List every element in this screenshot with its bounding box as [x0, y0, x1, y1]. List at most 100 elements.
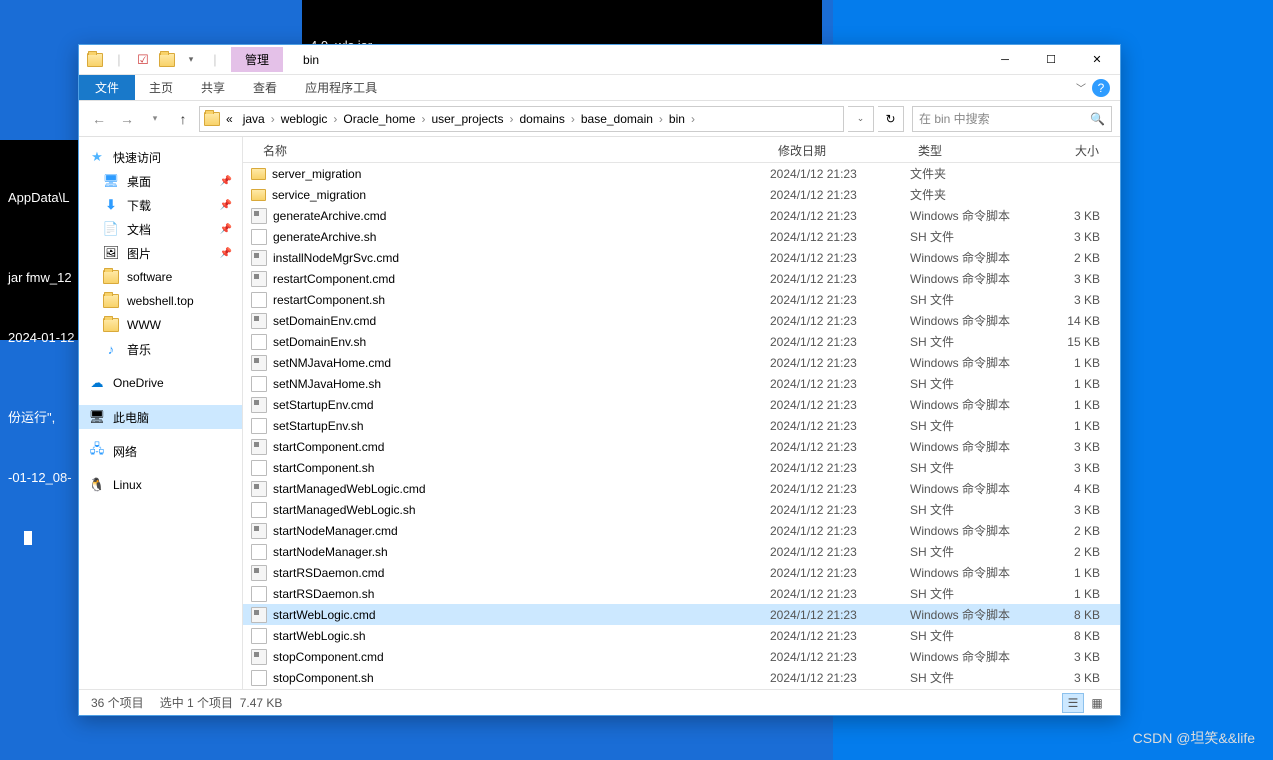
file-date: 2024/1/12 21:23	[770, 335, 910, 349]
minimize-button[interactable]: ─	[982, 45, 1028, 75]
breadcrumb-segment[interactable]: bin	[665, 112, 689, 126]
ribbon-file-tab[interactable]: 文件	[79, 75, 135, 100]
file-row[interactable]: generateArchive.cmd2024/1/12 21:23Window…	[243, 205, 1120, 226]
chevron-right-icon[interactable]: ›	[269, 112, 277, 126]
chevron-right-icon[interactable]: ›	[689, 112, 697, 126]
file-type: Windows 命令脚本	[910, 606, 1040, 623]
header-type[interactable]: 类型	[910, 137, 1040, 162]
details-view-button[interactable]: ☰	[1062, 693, 1084, 713]
file-row[interactable]: service_migration2024/1/12 21:23文件夹	[243, 184, 1120, 205]
forward-button[interactable]: →	[115, 107, 139, 131]
file-date: 2024/1/12 21:23	[770, 293, 910, 307]
breadcrumb-segment[interactable]: user_projects	[427, 112, 507, 126]
breadcrumb-segment[interactable]: domains	[516, 112, 569, 126]
ribbon-share-tab[interactable]: 共享	[187, 75, 239, 100]
file-row[interactable]: startComponent.sh2024/1/12 21:23SH 文件3 K…	[243, 457, 1120, 478]
file-name: setNMJavaHome.cmd	[273, 356, 391, 370]
chevron-right-icon[interactable]: ›	[657, 112, 665, 126]
address-dropdown-icon[interactable]: ⌄	[848, 106, 874, 132]
file-row[interactable]: startManagedWebLogic.cmd2024/1/12 21:23W…	[243, 478, 1120, 499]
file-row[interactable]: restartComponent.sh2024/1/12 21:23SH 文件3…	[243, 289, 1120, 310]
refresh-button[interactable]: ↻	[878, 106, 904, 132]
recent-dropdown-icon[interactable]: ▾	[143, 107, 167, 131]
ribbon-view-tab[interactable]: 查看	[239, 75, 291, 100]
file-name: startNodeManager.cmd	[273, 524, 398, 538]
qat-dropdown-icon[interactable]: ▾	[181, 50, 201, 70]
ribbon-expand-icon[interactable]: ﹀	[1076, 80, 1086, 95]
file-row[interactable]: setNMJavaHome.sh2024/1/12 21:23SH 文件1 KB	[243, 373, 1120, 394]
sidebar-music[interactable]: ♪音乐	[79, 337, 242, 361]
chevron-right-icon[interactable]: ›	[419, 112, 427, 126]
sidebar-downloads[interactable]: ⬇下载📌	[79, 193, 242, 217]
file-row[interactable]: stopComponent.sh2024/1/12 21:23SH 文件3 KB	[243, 667, 1120, 688]
sidebar-software[interactable]: software	[79, 265, 242, 289]
chevron-right-icon[interactable]: ›	[569, 112, 577, 126]
breadcrumb-segment[interactable]: Oracle_home	[339, 112, 419, 126]
chevron-right-icon[interactable]: ›	[508, 112, 516, 126]
qat-folder-icon[interactable]	[157, 50, 177, 70]
sidebar-pictures[interactable]: 🖼图片📌	[79, 241, 242, 265]
file-row[interactable]: setDomainEnv.sh2024/1/12 21:23SH 文件15 KB	[243, 331, 1120, 352]
file-name: stopComponent.sh	[273, 671, 374, 685]
breadcrumb-prefix[interactable]: «	[222, 112, 237, 126]
file-name: startManagedWebLogic.cmd	[273, 482, 426, 496]
file-row[interactable]: startWebLogic.sh2024/1/12 21:23SH 文件8 KB	[243, 625, 1120, 646]
file-name: startWebLogic.cmd	[273, 608, 376, 622]
sidebar-onedrive[interactable]: ☁OneDrive	[79, 371, 242, 395]
file-row[interactable]: stopComponent.cmd2024/1/12 21:23Windows …	[243, 646, 1120, 667]
sidebar-network[interactable]: 🖧网络	[79, 439, 242, 463]
file-type: SH 文件	[910, 627, 1040, 644]
header-date[interactable]: 修改日期	[770, 137, 910, 162]
help-icon[interactable]: ?	[1092, 79, 1110, 97]
file-date: 2024/1/12 21:23	[770, 377, 910, 391]
icons-view-button[interactable]: ▦	[1086, 693, 1108, 713]
back-button[interactable]: ←	[87, 107, 111, 131]
file-row[interactable]: startWebLogic.cmd2024/1/12 21:23Windows …	[243, 604, 1120, 625]
sidebar-quick-access[interactable]: ★快速访问	[79, 145, 242, 169]
file-row[interactable]: setStartupEnv.sh2024/1/12 21:23SH 文件1 KB	[243, 415, 1120, 436]
status-bar: 36 个项目 选中 1 个项目 7.47 KB ☰ ▦	[79, 689, 1120, 715]
file-row[interactable]: startComponent.cmd2024/1/12 21:23Windows…	[243, 436, 1120, 457]
file-row[interactable]: restartComponent.cmd2024/1/12 21:23Windo…	[243, 268, 1120, 289]
ribbon-tools-tab[interactable]: 应用程序工具	[291, 75, 391, 100]
sidebar-documents[interactable]: 📄文档📌	[79, 217, 242, 241]
file-list: 名称 修改日期 类型 大小 server_migration2024/1/12 …	[243, 137, 1120, 689]
file-row[interactable]: setStartupEnv.cmd2024/1/12 21:23Windows …	[243, 394, 1120, 415]
chevron-right-icon[interactable]: ›	[331, 112, 339, 126]
breadcrumb-segment[interactable]: weblogic	[277, 112, 332, 126]
file-row[interactable]: setDomainEnv.cmd2024/1/12 21:23Windows 命…	[243, 310, 1120, 331]
file-row[interactable]: startRSDaemon.cmd2024/1/12 21:23Windows …	[243, 562, 1120, 583]
breadcrumb[interactable]: « java›weblogic›Oracle_home›user_project…	[199, 106, 844, 132]
file-row[interactable]: setNMJavaHome.cmd2024/1/12 21:23Windows …	[243, 352, 1120, 373]
breadcrumb-segment[interactable]: base_domain	[577, 112, 657, 126]
header-name[interactable]: 名称	[243, 137, 770, 162]
sidebar-thispc[interactable]: 🖥此电脑	[79, 405, 242, 429]
sidebar-desktop[interactable]: 🖥桌面📌	[79, 169, 242, 193]
ribbon-home-tab[interactable]: 主页	[135, 75, 187, 100]
search-input[interactable]: 在 bin 中搜索 🔍	[912, 106, 1112, 132]
ribbon-contextual-tab[interactable]: 管理	[231, 47, 283, 72]
sidebar-linux[interactable]: 🐧Linux	[79, 473, 242, 497]
folder-icon	[103, 269, 119, 285]
sidebar-www[interactable]: WWW	[79, 313, 242, 337]
breadcrumb-segment[interactable]: java	[239, 112, 269, 126]
file-size: 14 KB	[1040, 314, 1120, 328]
titlebar[interactable]: | ☑ ▾ | 管理 bin ─ ☐ ✕	[79, 45, 1120, 75]
header-size[interactable]: 大小	[1040, 137, 1120, 162]
file-row[interactable]: startNodeManager.cmd2024/1/12 21:23Windo…	[243, 520, 1120, 541]
close-button[interactable]: ✕	[1074, 45, 1120, 75]
file-row[interactable]: startRSDaemon.sh2024/1/12 21:23SH 文件1 KB	[243, 583, 1120, 604]
up-button[interactable]: ↑	[171, 107, 195, 131]
file-row[interactable]: generateArchive.sh2024/1/12 21:23SH 文件3 …	[243, 226, 1120, 247]
file-row[interactable]: startManagedWebLogic.sh2024/1/12 21:23SH…	[243, 499, 1120, 520]
file-type: Windows 命令脚本	[910, 396, 1040, 413]
maximize-button[interactable]: ☐	[1028, 45, 1074, 75]
cmd-icon	[251, 250, 267, 266]
file-row[interactable]: server_migration2024/1/12 21:23文件夹	[243, 163, 1120, 184]
file-row[interactable]: installNodeMgrSvc.cmd2024/1/12 21:23Wind…	[243, 247, 1120, 268]
file-row[interactable]: startNodeManager.sh2024/1/12 21:23SH 文件2…	[243, 541, 1120, 562]
sidebar-webshell[interactable]: webshell.top	[79, 289, 242, 313]
ribbon: 文件 主页 共享 查看 应用程序工具 ﹀ ?	[79, 75, 1120, 101]
breadcrumb-folder-icon	[204, 111, 220, 127]
checkbox-icon[interactable]: ☑	[133, 50, 153, 70]
